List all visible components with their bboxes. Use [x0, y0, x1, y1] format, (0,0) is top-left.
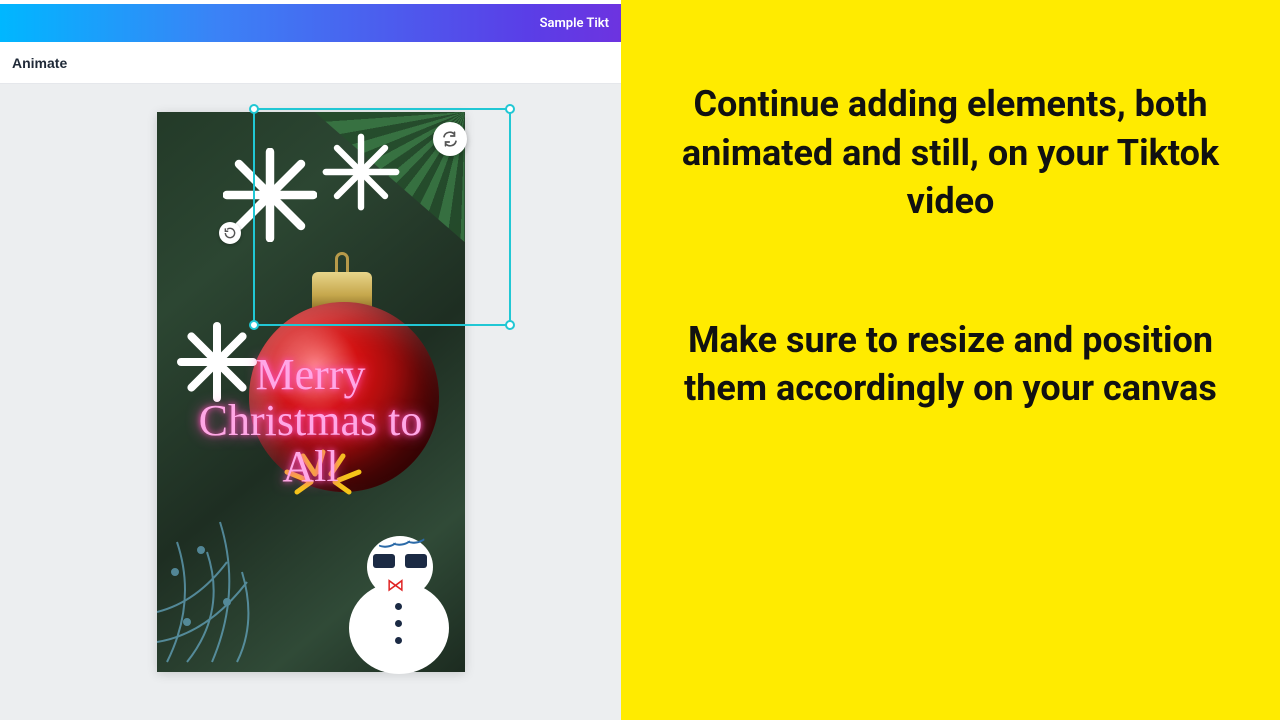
text-line: Merry: [256, 350, 366, 399]
snowman-sticker[interactable]: ‿‿‿ ⋈: [339, 504, 459, 674]
resize-handle-bl[interactable]: [249, 320, 259, 330]
instruction-text-1: Continue adding elements, both animated …: [681, 80, 1220, 226]
text-line: Christmas to: [199, 396, 423, 445]
instruction-panel: Continue adding elements, both animated …: [621, 0, 1280, 720]
replace-element-button[interactable]: [433, 122, 467, 156]
instruction-text-2: Make sure to resize and position them ac…: [681, 316, 1220, 413]
video-canvas[interactable]: Merry Christmas to All: [157, 112, 465, 672]
context-toolbar: Animate: [0, 42, 621, 84]
replace-icon: [441, 130, 459, 148]
rotate-handle[interactable]: [219, 222, 241, 244]
greeting-text[interactable]: Merry Christmas to All: [175, 352, 447, 491]
app-header: Sample Tikt: [0, 0, 621, 42]
canvas-workspace[interactable]: Merry Christmas to All: [0, 84, 621, 720]
text-line: All: [282, 442, 338, 491]
editor-panel: Sample Tikt Animate: [0, 0, 621, 720]
bowtie-icon: ⋈: [387, 575, 405, 596]
selection-box[interactable]: [253, 108, 511, 326]
resize-handle-tr[interactable]: [505, 104, 515, 114]
resize-handle-br[interactable]: [505, 320, 515, 330]
tutorial-slide: Sample Tikt Animate: [0, 0, 1280, 720]
sunglasses-icon: [373, 554, 427, 570]
animate-button[interactable]: Animate: [6, 47, 73, 79]
resize-handle-tl[interactable]: [249, 104, 259, 114]
rotate-icon: [223, 226, 237, 240]
snowman-buttons: [395, 603, 402, 644]
document-title: Sample Tikt: [540, 16, 609, 31]
